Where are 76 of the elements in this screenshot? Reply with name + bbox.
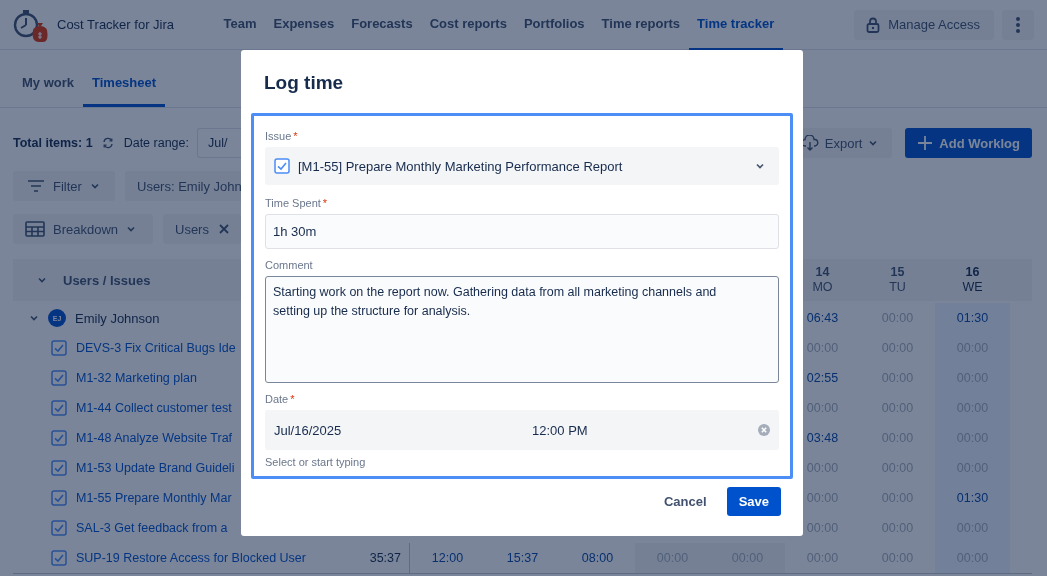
nav-tab[interactable]: Forecasts — [342, 0, 422, 50]
manage-access-button[interactable]: Manage Access — [854, 9, 994, 40]
time-cell[interactable]: 08:00 — [560, 543, 635, 573]
app-title: Cost Tracker for Jira — [57, 17, 176, 32]
date-range-label: Date range: — [123, 136, 189, 150]
dialog-title: Log time — [264, 72, 345, 95]
field-label: Date — [265, 393, 289, 405]
nav-tab[interactable]: Time reports — [593, 0, 689, 50]
lock-icon — [866, 16, 881, 33]
issue-link[interactable]: DEVS-3 Fix Critical Bugs Ide — [76, 341, 236, 355]
plus-icon — [917, 135, 934, 151]
nav-tab[interactable]: Team — [215, 0, 265, 50]
day-column-header: 14 MO — [811, 265, 834, 295]
required-asterisk: * — [290, 393, 295, 405]
checkbox[interactable] — [51, 400, 67, 416]
checkbox[interactable] — [51, 340, 67, 356]
time-spent-field[interactable]: 1h 30m — [265, 214, 779, 249]
expand-chevron-icon[interactable] — [29, 313, 39, 323]
day-column-header: 16 WE — [961, 265, 984, 295]
nav-tab[interactable]: Expenses — [265, 0, 343, 50]
date-time-field[interactable]: Jul/16/2025 12:00 PM — [265, 410, 779, 450]
field-label: Comment — [265, 259, 313, 271]
cloud-download-icon — [800, 135, 819, 151]
required-asterisk: * — [293, 130, 298, 142]
chip-label: Users — [175, 221, 209, 237]
add-worklog-button[interactable]: Add Worklog — [905, 128, 1032, 158]
checkbox[interactable] — [51, 460, 67, 476]
filter-button[interactable]: Filter — [13, 171, 115, 201]
time-cell[interactable]: 01:30 — [935, 483, 1010, 513]
issue-link[interactable]: M1-55 Prepare Monthly Mar — [76, 491, 232, 505]
chevron-down-icon — [126, 224, 137, 234]
collapse-chevron-icon — [37, 275, 47, 285]
total-items-label: Total items: 1 — [13, 136, 93, 150]
checkbox[interactable] — [274, 158, 290, 174]
more-button[interactable] — [1002, 9, 1034, 40]
breakdown-button[interactable]: Breakdown — [13, 214, 153, 244]
issue-link[interactable]: SUP-19 Restore Access for Blocked User — [76, 551, 306, 565]
issue-link[interactable]: M1-44 Collect customer test — [76, 401, 232, 415]
comment-field[interactable]: Starting work on the report now. Gathering data from all marketing channels and setting up the structure for analysis. — [265, 276, 779, 383]
cancel-button[interactable]: Cancel — [654, 487, 717, 516]
nav-tab[interactable]: Cost reports — [421, 0, 516, 50]
more-icon — [1016, 16, 1020, 33]
time-cell[interactable]: 15:37 — [485, 543, 560, 573]
issue-link[interactable]: M1-53 Update Brand Guideli — [76, 461, 235, 475]
clear-icon[interactable] — [758, 424, 770, 436]
issue-select[interactable]: [M1-55] Prepare Monthly Marketing Performance Report — [265, 147, 779, 185]
refresh-icon[interactable] — [101, 137, 114, 149]
total-cell: 35:37 — [360, 543, 410, 573]
issue-link[interactable]: M1-32 Marketing plan — [76, 371, 197, 385]
view-tab[interactable]: Timesheet — [83, 75, 166, 107]
field-label: Time Spent — [265, 197, 321, 209]
issue-link[interactable]: SAL-3 Get feedback from a — [76, 521, 228, 535]
time-cell[interactable]: 01:30 — [935, 303, 1010, 333]
chevron-down-icon — [868, 138, 879, 148]
checkbox[interactable] — [51, 490, 67, 506]
nav-tab[interactable]: Portfolios — [515, 0, 594, 50]
field-label: Issue — [265, 130, 292, 142]
date-range-field[interactable]: Jul/ — [197, 128, 241, 158]
column-header: Users / Issues — [63, 272, 151, 288]
table-grid-icon — [25, 221, 45, 237]
required-asterisk: * — [322, 197, 328, 209]
day-column-header: 15 TU — [888, 265, 907, 295]
close-icon[interactable] — [218, 224, 229, 234]
view-tab[interactable]: My work — [13, 75, 83, 107]
time-cell[interactable]: 12:00 — [410, 543, 485, 573]
issue-link[interactable]: M1-48 Analyze Website Traf — [76, 431, 233, 445]
chevron-down-icon — [755, 161, 765, 171]
helper-text: Select or start typing — [265, 456, 367, 468]
checkbox[interactable] — [51, 370, 67, 386]
checkbox[interactable] — [51, 520, 67, 536]
user-name: Emily Johnson — [75, 310, 160, 326]
filter-icon — [27, 180, 45, 192]
checkbox[interactable] — [51, 430, 67, 446]
chevron-down-icon — [89, 181, 100, 191]
save-button[interactable]: Save — [726, 487, 781, 516]
checkbox[interactable] — [51, 550, 67, 566]
